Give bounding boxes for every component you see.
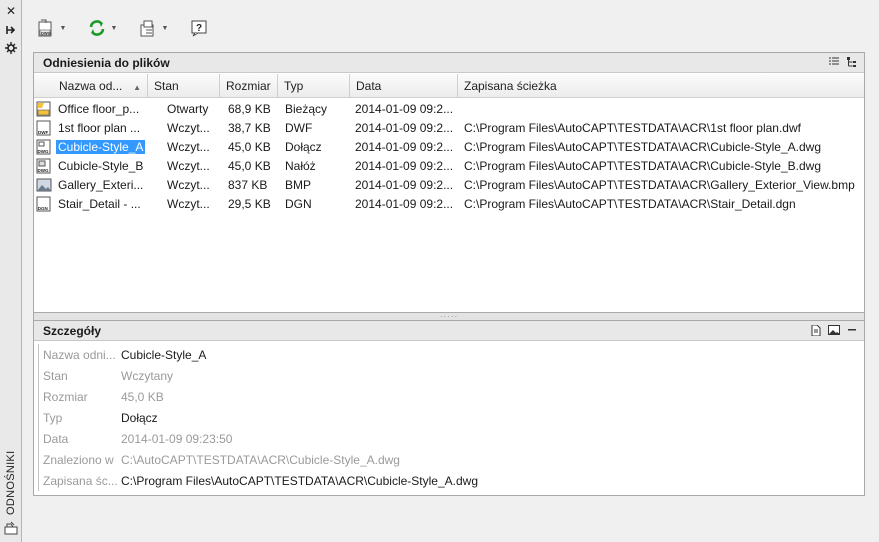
table-row[interactable]: DGN Stair_Detail - ... Wczyt... 29,5 KB … (34, 194, 864, 213)
table-row[interactable]: DWG Cubicle-Style_B Wczyt... 45,0 KB Nał… (34, 156, 864, 175)
list-view-icon[interactable] (828, 56, 840, 68)
dwf-icon: DWF (34, 120, 56, 136)
change-path-button[interactable]: ▼ (136, 16, 171, 40)
tree-view-icon[interactable] (846, 56, 858, 68)
table-row[interactable]: Gallery_Exteri... Wczyt... 837 KB BMP 20… (34, 175, 864, 194)
dwg-current-icon (34, 101, 56, 117)
autohide-icon[interactable] (3, 23, 19, 37)
details-row: Data 2014-01-09 09:23:50 (38, 428, 858, 449)
file-references-panel: Odniesienia do plików Nazwa od... ▲ Stan… (33, 52, 865, 313)
details-header: Szczegóły (34, 321, 864, 341)
change-path-icon (140, 20, 154, 37)
svg-text:?: ? (196, 23, 202, 34)
refresh-dropdown-icon[interactable]: ▼ (110, 25, 118, 32)
svg-text:DWG: DWG (38, 168, 49, 173)
sort-ascending-icon: ▲ (133, 83, 141, 92)
details-row: Zapisana śc... C:\Program Files\AutoCAPT… (38, 470, 858, 491)
details-list: Nazwa odni... Cubicle-Style_A Stan Wczyt… (38, 344, 858, 491)
column-stan[interactable]: Stan (148, 74, 220, 98)
details-row: Rozmiar 45,0 KB (38, 386, 858, 407)
svg-text:DWG: DWG (38, 149, 49, 154)
file-references-title: Odniesienia do plików (43, 55, 170, 70)
help-button[interactable]: ? (187, 16, 211, 40)
details-view-icon[interactable] (810, 324, 822, 336)
svg-text:DGN: DGN (38, 206, 48, 211)
details-row: Stan Wczytany (38, 365, 858, 386)
column-date[interactable]: Data (350, 74, 458, 98)
change-path-dropdown-icon[interactable]: ▼ (161, 25, 169, 32)
close-icon[interactable]: ✕ (3, 4, 19, 18)
attach-dwg-icon: DWG (38, 19, 52, 37)
table-header: Nazwa od... ▲ Stan Rozmiar Typ Data Zapi… (34, 74, 864, 98)
details-row: Nazwa odni... Cubicle-Style_A (38, 344, 858, 365)
dwg-overlay-icon: DWG (34, 158, 56, 174)
palette-title-strip: ✕ ODNOŚNIKI (0, 0, 22, 542)
properties-icon[interactable] (3, 41, 19, 55)
svg-text:DWF: DWF (38, 130, 48, 135)
details-title: Szczegóły (43, 323, 102, 338)
table-row-selected[interactable]: DWG Cubicle-Style_A Wczyt... 45,0 KB Doł… (34, 137, 864, 156)
external-references-palette: DWG ▼ ▼ ▼ ? Odniesienia do plików Nazwa … (22, 0, 879, 542)
attach-button[interactable]: DWG ▼ (34, 16, 69, 40)
toolbar: DWG ▼ ▼ ▼ ? (34, 15, 211, 41)
attach-dropdown-icon[interactable]: ▼ (59, 25, 67, 32)
palette-icon (3, 520, 19, 536)
svg-text:DWG: DWG (41, 31, 51, 36)
palette-title: ODNOŚNIKI (5, 450, 17, 516)
file-references-header: Odniesienia do plików (34, 53, 864, 73)
refresh-icon (89, 20, 105, 36)
column-name[interactable]: Nazwa od... ▲ (34, 74, 148, 98)
table-row[interactable]: Office floor_p... Otwarty 68,9 KB Bieżąc… (34, 99, 864, 118)
panel-splitter[interactable]: ····· (33, 312, 865, 321)
details-row: Typ Dołącz (38, 407, 858, 428)
selected-file-name[interactable]: Cubicle-Style_A (56, 139, 146, 154)
column-type[interactable]: Typ (278, 74, 350, 98)
column-saved-path[interactable]: Zapisana ścieżka (458, 74, 864, 98)
help-icon: ? (191, 20, 207, 37)
file-list: Office floor_p... Otwarty 68,9 KB Bieżąc… (34, 99, 864, 213)
column-size[interactable]: Rozmiar (220, 74, 278, 98)
dwg-icon: DWG (34, 139, 56, 155)
details-panel: Szczegóły Nazwa odni... Cubicle-Style_A … (33, 320, 865, 496)
table-row[interactable]: DWF 1st floor plan ... Wczyt... 38,7 KB … (34, 118, 864, 137)
preview-icon[interactable] (828, 324, 840, 336)
collapse-icon[interactable] (846, 324, 858, 336)
dgn-icon: DGN (34, 196, 56, 212)
details-row: Znaleziono w C:\AutoCAPT\TESTDATA\ACR\Cu… (38, 449, 858, 470)
image-icon (34, 177, 56, 193)
refresh-button[interactable]: ▼ (85, 16, 120, 40)
